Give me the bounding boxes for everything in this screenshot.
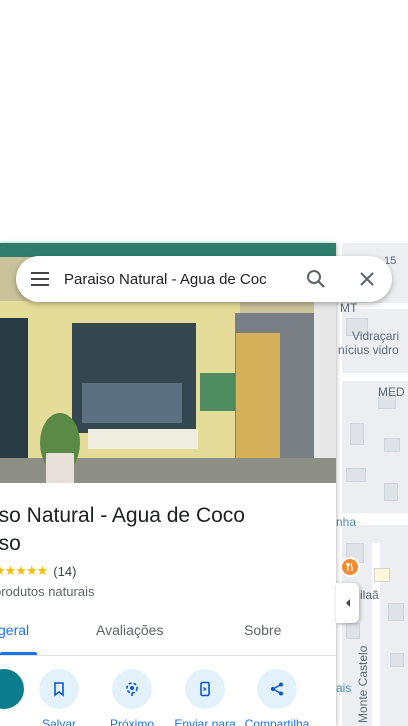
map-label: Vidraçari [352, 329, 400, 343]
map-label: MED [378, 385, 405, 399]
map-label: MT [340, 301, 358, 315]
tab-about[interactable]: Sobre [244, 622, 281, 638]
place-tabs: geral Avaliações Sobre [0, 612, 336, 656]
map-label: Monte Castelo [356, 645, 370, 723]
rating-count[interactable]: (14) [53, 564, 76, 579]
nearby-icon [112, 669, 152, 709]
send-to-phone-label: Enviar para [174, 717, 236, 726]
search-bar[interactable]: Paraiso Natural - Agua de Coc [16, 256, 392, 302]
chevron-left-icon [345, 599, 350, 607]
place-category[interactable]: produtos naturais [0, 584, 94, 599]
collapse-panel-button[interactable] [336, 583, 359, 623]
share-button[interactable]: Compartilha [242, 669, 312, 726]
map-label: nícius vidro [338, 343, 399, 357]
send-to-phone-button[interactable]: Enviar para [170, 669, 240, 726]
menu-icon[interactable] [16, 256, 64, 302]
map-label: nha [336, 515, 357, 529]
rating-row[interactable]: ★★★★★ (14) [0, 563, 76, 579]
share-icon [257, 669, 297, 709]
active-tab-indicator [0, 652, 37, 655]
place-title-line2: iso [0, 532, 21, 555]
place-panel: iso Natural - Agua de Coco iso ★★★★★ (14… [0, 243, 336, 726]
search-icon[interactable] [290, 256, 342, 302]
place-title: iso Natural - Agua de Coco iso [0, 502, 330, 558]
search-input[interactable]: Paraiso Natural - Agua de Coc [64, 271, 290, 288]
send-to-phone-icon [185, 669, 225, 709]
tab-reviews[interactable]: Avaliações [96, 622, 163, 638]
place-title-line1: iso Natural - Agua de Coco [0, 504, 245, 527]
screen: 15 MT Vidraçari nícius vidro MED nha ila… [0, 0, 408, 726]
share-label: Compartilha [244, 717, 310, 726]
rating-stars: ★★★★★ [0, 563, 48, 578]
restaurant-pin-icon[interactable] [340, 557, 360, 577]
nearby-button[interactable]: Próximo [97, 669, 167, 726]
map-label: ilaã [360, 588, 379, 602]
bookmark-icon [39, 669, 79, 709]
map-label: ais [336, 681, 352, 695]
save-button[interactable]: Salvar [24, 669, 94, 726]
nearby-label: Próximo [109, 717, 154, 726]
save-label: Salvar [41, 717, 76, 726]
close-icon[interactable] [342, 256, 392, 302]
tab-overview[interactable]: geral [0, 622, 29, 638]
